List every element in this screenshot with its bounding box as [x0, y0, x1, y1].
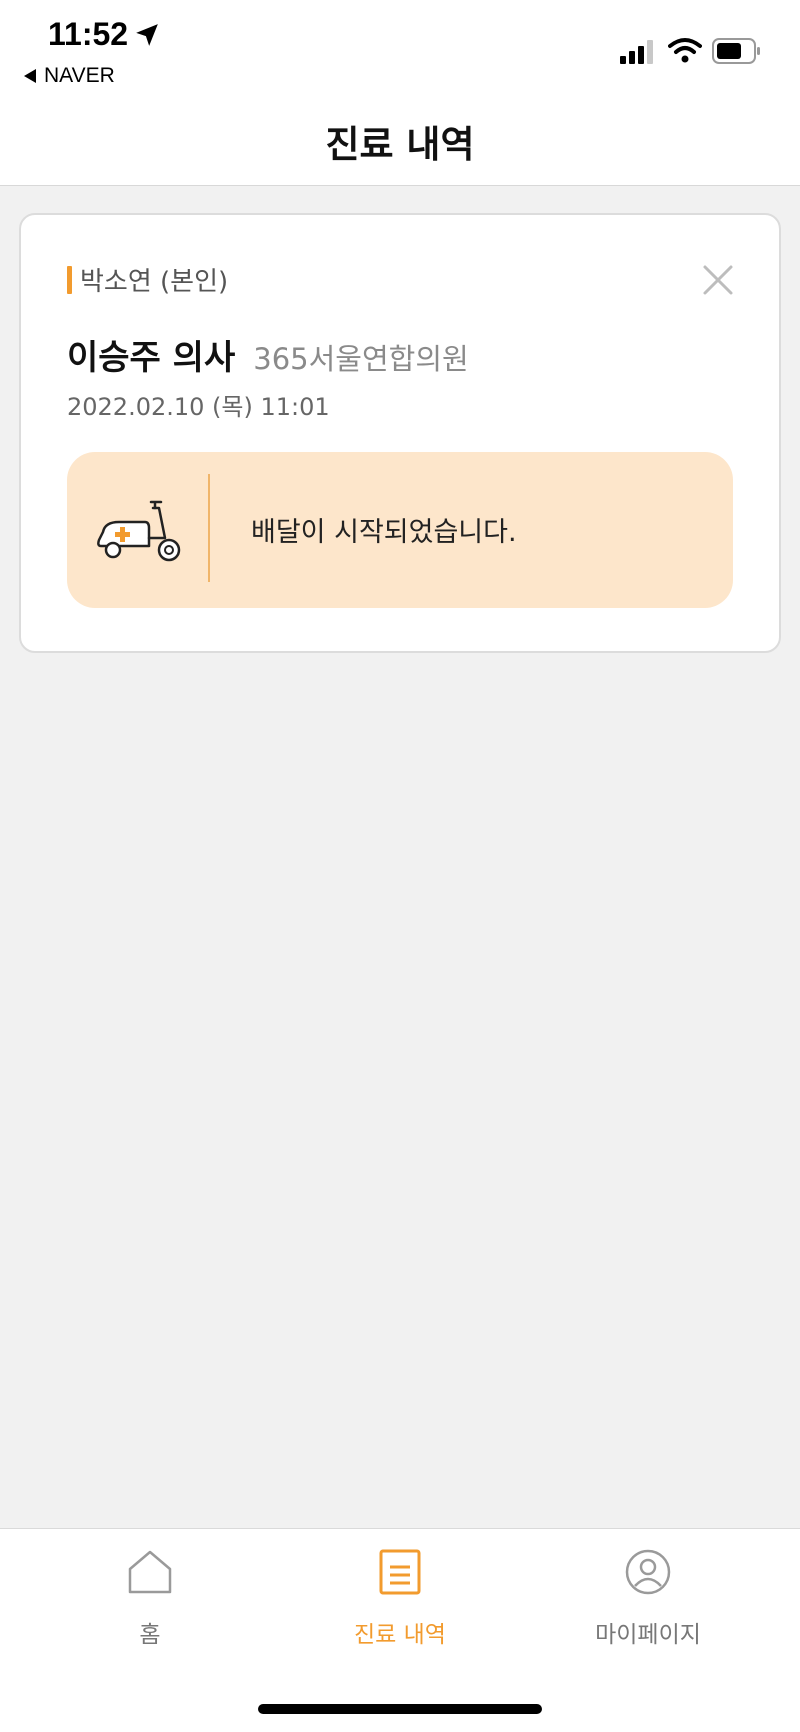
battery-icon — [712, 38, 760, 64]
tab-mypage[interactable]: 마이페이지 — [548, 1547, 748, 1667]
back-triangle-icon — [24, 69, 36, 83]
wifi-icon — [668, 38, 702, 63]
status-bar: 11:52 NAVER — [0, 0, 800, 96]
patient-info: 박소연 (본인) — [67, 261, 228, 298]
medical-record-card[interactable]: 박소연 (본인) 이승주 의사 365서울연합의원 2022.02.10 (목)… — [19, 213, 781, 653]
clinic-name: 365서울연합의원 — [253, 342, 469, 376]
page-title: 진료 내역 — [325, 122, 475, 166]
home-indicator[interactable] — [258, 1704, 542, 1714]
patient-accent-bar — [67, 265, 72, 294]
tab-mypage-label: 마이페이지 — [595, 1622, 701, 1648]
tab-medical-history-label: 진료 내역 — [354, 1622, 446, 1648]
close-icon[interactable] — [701, 263, 735, 297]
delivery-divider — [208, 474, 210, 582]
user-icon — [625, 1549, 671, 1595]
back-app-label: NAVER — [44, 64, 115, 87]
location-arrow-icon — [136, 24, 158, 46]
back-to-app-link[interactable]: NAVER — [24, 64, 115, 88]
bottom-tab-bar: 홈 진료 내역 마이페이지 — [0, 1528, 800, 1732]
status-time: 11:52 — [48, 16, 129, 52]
home-icon — [128, 1550, 172, 1594]
visit-datetime: 2022.02.10 (목) 11:01 — [67, 393, 330, 421]
signal-icon — [620, 40, 653, 64]
scooter-medical-icon — [97, 500, 181, 562]
tab-home-label: 홈 — [139, 1622, 161, 1648]
screen: 11:52 NAVER 진료 내역 박소연 (본인) 이승주 의사 365서울연… — [0, 0, 800, 1732]
delivery-status-box[interactable]: 배달이 시작되었습니다. — [67, 452, 733, 608]
document-icon — [379, 1549, 421, 1595]
patient-name: 박소연 (본인) — [80, 267, 229, 297]
header: 진료 내역 — [0, 96, 800, 186]
tab-home[interactable]: 홈 — [50, 1547, 250, 1667]
doctor-name: 이승주 의사 — [67, 338, 236, 378]
tab-medical-history[interactable]: 진료 내역 — [300, 1547, 500, 1667]
delivery-status-text: 배달이 시작되었습니다. — [251, 517, 517, 548]
doctor-row: 이승주 의사 365서울연합의원 — [67, 330, 469, 379]
